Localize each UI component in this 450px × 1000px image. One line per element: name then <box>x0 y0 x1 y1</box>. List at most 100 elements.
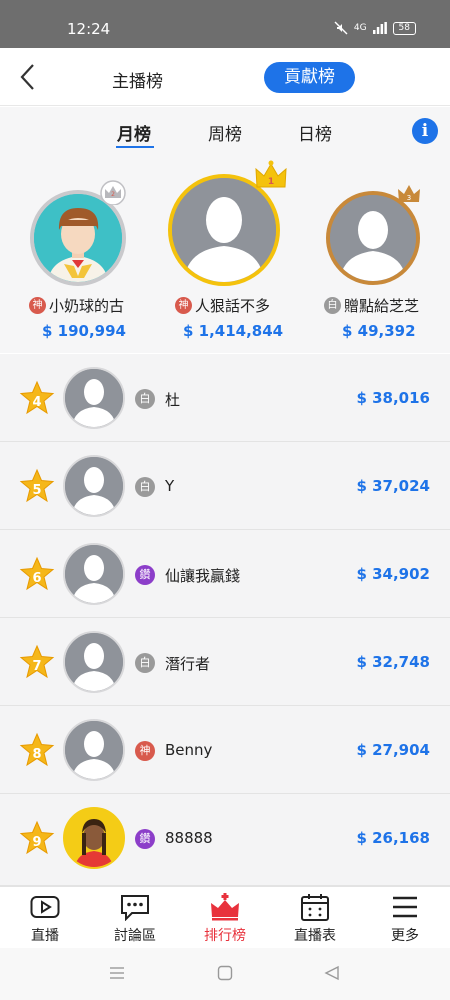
contribution-amount: $ 26,168 <box>356 829 430 847</box>
recent-apps-icon[interactable] <box>109 966 125 980</box>
tab-forum[interactable]: 討論區 <box>90 887 180 949</box>
contribution-amount: $ 32,748 <box>356 653 430 671</box>
rank-star-icon: 8 <box>19 732 55 767</box>
default-avatar-icon <box>172 178 276 282</box>
tab-streamer-ranking[interactable]: 主播榜 <box>112 67 163 92</box>
contribution-amount: $ 37,024 <box>356 477 430 495</box>
tab-live[interactable]: 直播 <box>0 887 90 949</box>
ranking-row[interactable]: 9 鑽 88888 $ 26,168 <box>0 794 450 886</box>
tab-schedule[interactable]: 直播表 <box>270 887 360 949</box>
top-header: 主播榜 貢獻榜 <box>0 48 450 106</box>
tab-more[interactable]: 更多 <box>360 887 450 949</box>
contribution-amount: $ 38,016 <box>356 389 430 407</box>
rank-badge: 神 <box>175 297 192 314</box>
tab-daily[interactable]: 日榜 <box>298 120 332 145</box>
podium-name-2: 神 小奶球的古 <box>29 295 124 316</box>
tab-monthly[interactable]: 月榜 <box>117 120 151 145</box>
rank-badge: 白 <box>135 653 155 673</box>
default-avatar-icon <box>65 721 123 779</box>
mute-icon <box>334 21 348 35</box>
status-time: 12:24 <box>67 20 111 38</box>
status-bar: 12:24 4G 58 <box>0 0 450 48</box>
podium-amount-1: $ 1,414,844 <box>183 322 284 340</box>
contribution-amount: $ 27,904 <box>356 741 430 759</box>
battery-indicator: 58 <box>392 21 416 35</box>
ranking-row[interactable]: 4 白 杜 $ 38,016 <box>0 354 450 442</box>
contribution-amount: $ 34,902 <box>356 565 430 583</box>
info-icon[interactable]: i <box>412 118 438 144</box>
podium-amount-2: $ 190,994 <box>42 322 126 340</box>
bottom-tab-bar: 直播 討論區 排行榜 直播表 更多 <box>0 886 450 948</box>
podium-avatar-3[interactable] <box>326 191 420 285</box>
svg-text:9: 9 <box>32 835 41 850</box>
rank-badge: 白 <box>324 297 341 314</box>
active-tab-underline <box>116 146 154 148</box>
ranking-row[interactable]: 7 白 潛行者 $ 32,748 <box>0 618 450 706</box>
user-name: 88888 <box>165 829 213 847</box>
rank-badge: 白 <box>135 477 155 497</box>
rank-star-icon: 4 <box>19 380 55 415</box>
user-name: 杜 <box>165 391 181 409</box>
bronze-crown-icon: 3 <box>398 185 420 202</box>
podium-name-3: 白 贈點給芝芝 <box>324 295 419 316</box>
tab-label: 討論區 <box>114 928 156 944</box>
user-avatar[interactable] <box>63 807 125 869</box>
default-avatar-icon <box>330 195 416 281</box>
user-avatar[interactable] <box>63 455 125 517</box>
tab-ranking[interactable]: 排行榜 <box>180 887 270 949</box>
default-avatar-icon <box>65 369 123 427</box>
default-avatar-icon <box>65 457 123 515</box>
menu-icon <box>393 896 417 918</box>
ranking-row[interactable]: 8 神 Benny $ 27,904 <box>0 706 450 794</box>
tab-label: 更多 <box>391 928 419 944</box>
crown-icon <box>211 893 239 921</box>
tab-weekly[interactable]: 周榜 <box>208 120 242 145</box>
rank-badge: 白 <box>135 389 155 409</box>
user-name: 人狠話不多 <box>195 297 271 315</box>
rank-badge: 神 <box>135 741 155 761</box>
signal-icon <box>372 22 387 34</box>
calendar-icon <box>301 894 329 921</box>
cartoon-girl-avatar <box>65 809 123 867</box>
user-avatar[interactable] <box>63 631 125 693</box>
default-avatar-icon <box>65 633 123 691</box>
play-icon <box>30 896 60 918</box>
top-three-podium: 月榜 周榜 日榜 i 2 神 小奶球的古 $ 190,994 1 神 人狠話不多… <box>0 107 450 353</box>
back-nav-icon[interactable] <box>324 965 340 981</box>
svg-text:6: 6 <box>32 571 41 586</box>
rank-badge: 鑽 <box>135 565 155 585</box>
cartoon-boy-avatar <box>34 194 122 282</box>
system-nav-bar <box>0 948 450 1000</box>
svg-text:3: 3 <box>407 194 411 202</box>
rank-star-icon: 6 <box>19 556 55 591</box>
rank-star-icon: 9 <box>19 820 55 855</box>
user-name: Y <box>165 477 175 495</box>
tab-label: 排行榜 <box>204 928 246 944</box>
svg-text:7: 7 <box>32 659 41 674</box>
user-name: 小奶球的古 <box>49 297 125 315</box>
home-icon[interactable] <box>217 965 233 981</box>
rank-star-icon: 7 <box>19 644 55 679</box>
back-arrow-icon[interactable] <box>18 62 40 92</box>
svg-text:4: 4 <box>32 395 41 410</box>
svg-text:8: 8 <box>32 747 41 762</box>
ranking-row[interactable]: 6 鑽 仙讓我贏錢 $ 34,902 <box>0 530 450 618</box>
podium-name-1: 神 人狠話不多 <box>175 295 270 316</box>
silver-crown-icon: 2 <box>100 180 126 205</box>
user-name: 仙讓我贏錢 <box>165 567 241 585</box>
svg-text:2: 2 <box>111 191 115 198</box>
tab-label: 直播 <box>31 928 59 944</box>
svg-text:5: 5 <box>32 483 41 498</box>
default-avatar-icon <box>65 545 123 603</box>
user-avatar[interactable] <box>63 543 125 605</box>
user-name: Benny <box>165 741 213 759</box>
network-label: 4G <box>353 23 367 33</box>
user-name: 潛行者 <box>165 655 211 673</box>
svg-text:1: 1 <box>268 177 274 187</box>
user-avatar[interactable] <box>63 367 125 429</box>
user-avatar[interactable] <box>63 719 125 781</box>
rank-badge: 鑽 <box>135 829 155 849</box>
tab-contributor-ranking[interactable]: 貢獻榜 <box>264 62 355 93</box>
rank-star-icon: 5 <box>19 468 55 503</box>
ranking-row[interactable]: 5 白 Y $ 37,024 <box>0 442 450 530</box>
